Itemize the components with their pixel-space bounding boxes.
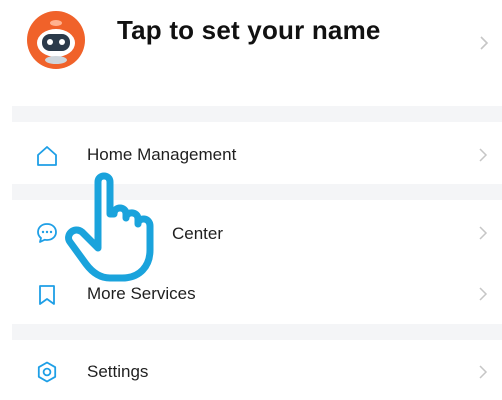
profile-screen: Tap to set your name Home Management Cen… — [0, 0, 502, 400]
profile-header[interactable]: Tap to set your name — [0, 0, 502, 106]
menu-item-label: More Services — [87, 284, 196, 303]
chevron-right-icon — [478, 148, 488, 162]
section-divider — [12, 106, 502, 122]
chevron-right-icon — [478, 36, 490, 50]
menu-item-label: Center — [172, 224, 224, 243]
section-divider — [12, 184, 502, 200]
profile-name-prompt[interactable]: Tap to set your name — [117, 15, 381, 46]
bookmark-icon — [35, 283, 59, 307]
settings-icon — [35, 360, 59, 384]
home-icon — [35, 144, 59, 168]
menu-item-settings[interactable]: Settings — [12, 340, 502, 400]
menu-item-home-management[interactable]: Home Management — [12, 122, 502, 184]
chevron-right-icon — [478, 365, 488, 379]
section-divider — [12, 324, 502, 340]
menu-item-message-center[interactable]: Center — [12, 200, 502, 266]
robot-avatar-icon[interactable] — [25, 9, 87, 71]
chevron-right-icon — [478, 226, 488, 240]
menu-item-label: Settings — [87, 362, 149, 381]
message-icon — [35, 221, 59, 245]
menu-item-label: Home Management — [87, 145, 237, 164]
menu-item-more-services[interactable]: More Services — [12, 266, 502, 324]
chevron-right-icon — [478, 287, 488, 301]
